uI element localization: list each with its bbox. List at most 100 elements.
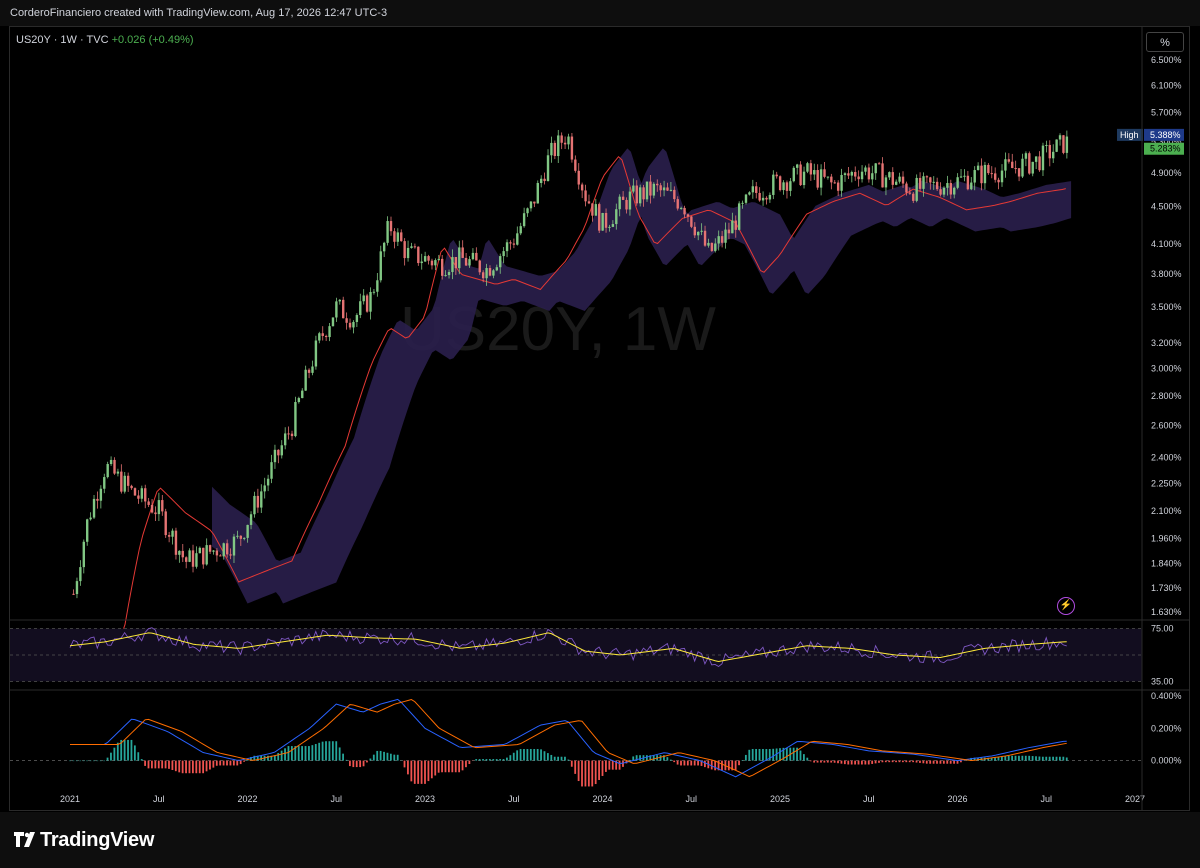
candle-body (273, 449, 277, 463)
candle-body (922, 176, 925, 189)
macd-histogram-bar (884, 760, 887, 763)
candle-body (154, 512, 157, 515)
macd-histogram-bar (567, 759, 570, 761)
candle-body (324, 335, 328, 338)
candle-body (406, 247, 410, 259)
candle-body (628, 191, 632, 210)
candle-body (765, 197, 768, 200)
macd-histogram-bar (1018, 755, 1020, 761)
candle-body (567, 136, 570, 145)
macd-histogram-bar (451, 760, 454, 773)
candle-body (673, 189, 676, 200)
macd-histogram-bar (584, 760, 587, 787)
macd-histogram-bar (441, 760, 443, 773)
candle-body (505, 242, 509, 252)
candle-body (608, 226, 611, 228)
candle-body (304, 369, 307, 391)
candle-body (1028, 153, 1031, 174)
macd-histogram-bar (744, 754, 747, 761)
macd-histogram-bar (430, 760, 433, 779)
candle-body (1004, 159, 1007, 171)
candle-body (1058, 135, 1062, 140)
macd-histogram-bar (393, 754, 396, 761)
candle-body (693, 226, 696, 236)
candle-body (444, 275, 447, 277)
candle-body (751, 186, 755, 193)
candle-body (638, 187, 642, 204)
macd-histogram-bar (290, 746, 293, 761)
candle-body (894, 181, 898, 185)
macd-histogram-bar (925, 760, 928, 764)
macd-histogram-bar (106, 757, 109, 761)
candle-body (737, 203, 741, 230)
candle-body (625, 199, 628, 210)
candle-body (283, 433, 287, 446)
candle-body (836, 182, 840, 191)
candle-body (451, 257, 454, 273)
macd-histogram-bar (577, 760, 580, 782)
candle-body (522, 213, 526, 227)
bolt-icon[interactable]: ⚡ (1057, 597, 1075, 615)
candle-body (949, 183, 953, 195)
candle-body (389, 221, 393, 232)
price-tick-label: 6.500% (1151, 55, 1182, 65)
candle-body (1048, 144, 1051, 159)
candle-body (205, 545, 208, 565)
macd-histogram-bar (854, 760, 856, 765)
candle-body (82, 541, 85, 568)
price-tick-label: 3.800% (1151, 269, 1182, 279)
percent-scale-button[interactable]: % (1146, 32, 1184, 52)
macd-histogram-bar (161, 760, 164, 769)
macd-histogram-bar (608, 760, 611, 770)
candle-body (806, 163, 809, 172)
candle-body (666, 187, 669, 191)
candle-body (461, 247, 464, 258)
candle-body (990, 173, 993, 175)
macd-histogram-bar (386, 752, 389, 761)
macd-histogram-bar (379, 750, 382, 761)
candle-body (645, 181, 649, 200)
candle-body (877, 163, 881, 165)
candle-body (690, 216, 693, 227)
candle-body (1041, 145, 1045, 171)
candle-body (89, 517, 92, 520)
macd-histogram-bar (349, 760, 351, 767)
candle-body (348, 322, 352, 328)
macd-histogram-bar (342, 753, 344, 761)
candle-body (676, 199, 679, 209)
macd-histogram-bar (86, 760, 88, 762)
candle-body (970, 182, 973, 190)
candle-body (1055, 139, 1058, 152)
macd-histogram-bar (645, 755, 648, 761)
candle-body (789, 181, 792, 191)
macd-histogram-bar (103, 760, 106, 762)
macd-histogram-bar (123, 739, 126, 761)
candle-body (96, 498, 99, 501)
candle-body (1034, 156, 1038, 162)
candle-body (830, 176, 833, 183)
candle-body (929, 177, 932, 183)
candle-body (574, 159, 577, 171)
candle-body (171, 530, 174, 537)
macd-histogram-bar (683, 760, 686, 766)
high-tag-label: High (1120, 130, 1139, 140)
macd-histogram-bar (1007, 755, 1010, 761)
candle-body (550, 142, 553, 156)
candle-body (400, 232, 403, 242)
candle-body (703, 230, 707, 246)
candle-body (198, 547, 202, 554)
candle-body (362, 295, 365, 302)
macd-histogram-bar (1021, 755, 1024, 761)
candle-body (376, 280, 379, 292)
candle-body (1024, 153, 1028, 159)
macd-histogram-bar (779, 748, 781, 761)
candle-body (79, 567, 82, 582)
macd-histogram-bar (519, 748, 522, 761)
macd-histogram-bar (372, 754, 375, 761)
macd-histogram-bar (284, 748, 286, 761)
candle-body (212, 550, 215, 552)
candle-body (570, 136, 574, 160)
x-tick-label: Jul (863, 794, 875, 804)
macd-histogram-bar (495, 759, 498, 761)
candle-body (987, 164, 990, 174)
